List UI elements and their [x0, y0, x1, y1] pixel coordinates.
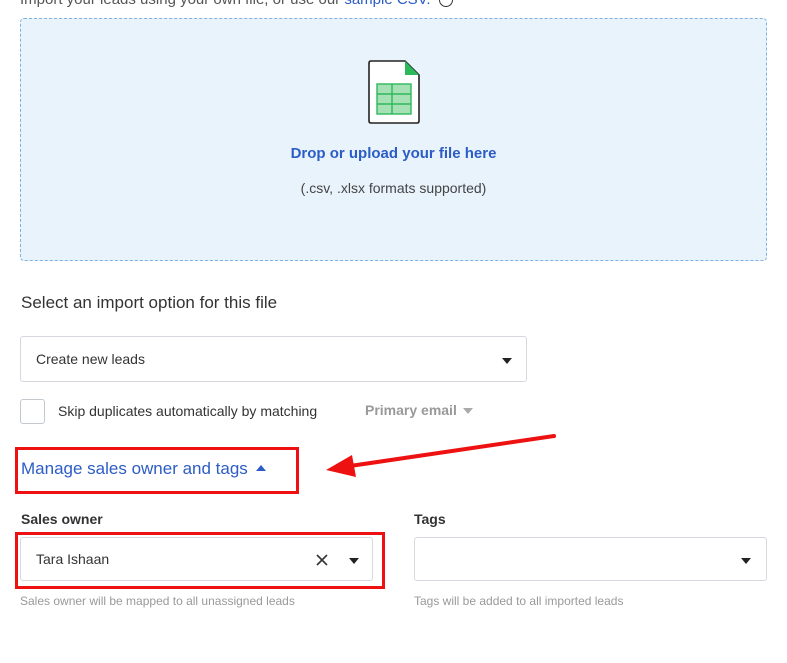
match-field-value: Primary email	[365, 402, 457, 418]
match-field-dropdown[interactable]: Primary email	[365, 402, 473, 418]
annotation-highlight-owner	[15, 532, 385, 589]
upload-title[interactable]: Drop or upload your file here	[21, 145, 766, 162]
chevron-down-icon	[741, 558, 751, 564]
skip-duplicates-checkbox[interactable]	[20, 399, 45, 424]
tags-label: Tags	[414, 511, 446, 527]
annotation-highlight-manage	[15, 447, 299, 494]
sample-csv-link[interactable]: sample CSV.	[344, 0, 430, 8]
skip-duplicates-label: Skip duplicates automatically by matchin…	[58, 403, 318, 419]
file-dropzone[interactable]: Drop or upload your file here (.csv, .xl…	[20, 18, 767, 261]
import-option-select[interactable]: Create new leads	[20, 336, 527, 382]
import-intro-text: Import your leads using your own file, o…	[20, 0, 340, 8]
tags-hint: Tags will be added to all imported leads	[414, 594, 624, 608]
import-leads-page: Import your leads using your own file, o…	[0, 0, 787, 663]
import-option-value: Create new leads	[36, 351, 145, 367]
upload-formats: (.csv, .xlsx formats supported)	[300, 180, 487, 196]
import-intro: Import your leads using your own file, o…	[20, 0, 453, 8]
chevron-down-icon	[462, 408, 473, 415]
import-option-label: Select an import option for this file	[21, 293, 278, 312]
spreadsheet-file-icon	[368, 60, 420, 124]
annotation-arrow-icon	[326, 434, 556, 477]
sales-owner-label: Sales owner	[21, 511, 103, 527]
chevron-down-icon	[502, 358, 512, 364]
help-icon[interactable]	[438, 0, 453, 8]
sales-owner-hint: Sales owner will be mapped to all unassi…	[20, 594, 295, 608]
tags-select[interactable]	[414, 537, 767, 581]
